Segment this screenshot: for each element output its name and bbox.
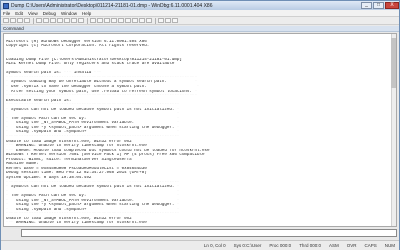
disassembly-icon[interactable] <box>139 18 145 23</box>
source-mode-icon[interactable] <box>158 18 164 23</box>
call-stack-icon[interactable] <box>132 18 138 23</box>
vertical-scrollbar[interactable] <box>391 34 396 226</box>
status-cell: Ln 0, Col 0 <box>203 243 226 248</box>
maximize-button[interactable]: □ <box>373 2 384 9</box>
locals-icon[interactable] <box>111 18 117 23</box>
status-cell: Proc 000:0 <box>269 243 292 248</box>
title-bar[interactable]: Dump C:\Users\Administrator\Desktop\0112… <box>1 1 399 10</box>
watch-icon[interactable] <box>104 18 110 23</box>
window-title: Dump C:\Users\Administrator\Desktop\0112… <box>11 2 213 9</box>
menu-window[interactable]: Window <box>61 11 77 16</box>
status-cell: ASM <box>328 243 339 248</box>
command-input-row <box>3 228 397 238</box>
step-over-icon[interactable] <box>71 18 77 23</box>
status-bar: Ln 0, Col 0 Sys 0:C:\User Proc 000:0 Thrd 0… <box>1 240 399 250</box>
open-icon[interactable] <box>3 18 9 23</box>
menu-bar: File Edit View Debug Window Help <box>1 10 399 17</box>
options-icon[interactable] <box>172 18 178 23</box>
restart-icon[interactable] <box>43 18 49 23</box>
command-output: Microsoft (R) Windows Debugger Version 6… <box>3 33 397 227</box>
menu-debug[interactable]: Debug <box>43 11 56 16</box>
scratch-pad-icon[interactable] <box>146 18 152 23</box>
command-window-label: Command <box>1 26 399 32</box>
windbg-window: Dump C:\Users\Administrator\Desktop\0112… <box>0 0 400 250</box>
status-cell: OVR <box>346 243 357 248</box>
menu-edit[interactable]: Edit <box>15 11 23 16</box>
toolbar-separator <box>155 17 156 24</box>
minimize-button[interactable]: _ <box>361 2 372 9</box>
run-to-cursor-icon[interactable] <box>90 18 96 23</box>
copy-icon[interactable] <box>17 18 23 23</box>
step-out-icon[interactable] <box>78 18 84 23</box>
command-window-icon[interactable] <box>97 18 103 23</box>
registers-icon[interactable] <box>118 18 124 23</box>
status-cell: NUM <box>384 243 395 248</box>
status-cell: Thrd 000:0 <box>299 243 321 248</box>
status-cell: Sys 0:C:\User <box>233 243 262 248</box>
menu-file[interactable]: File <box>3 11 10 16</box>
app-icon <box>3 2 9 9</box>
menu-help[interactable]: Help <box>82 11 91 16</box>
toolbar-separator <box>87 17 88 24</box>
go-icon[interactable] <box>36 18 42 23</box>
font-icon[interactable] <box>165 18 171 23</box>
step-into-icon[interactable] <box>64 18 70 23</box>
output-line: *** ERROR: Module load completed but sym… <box>6 226 394 227</box>
paste-icon[interactable] <box>24 18 30 23</box>
close-button[interactable]: X <box>385 2 399 9</box>
cut-icon[interactable] <box>10 18 16 23</box>
status-cell: CAPS <box>364 243 377 248</box>
menu-view[interactable]: View <box>28 11 38 16</box>
toolbar-separator <box>33 17 34 24</box>
command-input[interactable] <box>21 229 397 237</box>
break-icon[interactable] <box>57 18 63 23</box>
toolbar <box>1 17 399 25</box>
stop-icon[interactable] <box>50 18 56 23</box>
memory-icon[interactable] <box>125 18 131 23</box>
scrollbar-thumb[interactable] <box>391 38 396 88</box>
